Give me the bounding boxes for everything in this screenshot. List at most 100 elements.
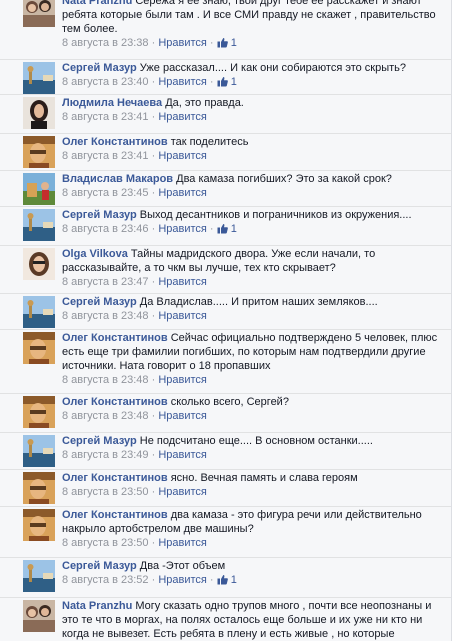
- comment-timestamp[interactable]: 8 августа в 23:38: [62, 37, 149, 49]
- avatar[interactable]: [23, 62, 55, 94]
- comment-text: Не подсчитано еще.... В основном останки…: [139, 435, 373, 447]
- comment-timestamp[interactable]: 8 августа в 23:40: [62, 76, 149, 88]
- avatar[interactable]: [23, 560, 55, 592]
- comment-timestamp[interactable]: 8 августа в 23:50: [62, 486, 149, 498]
- comment-author[interactable]: Олег Константинов: [62, 509, 168, 521]
- avatar[interactable]: [23, 509, 55, 541]
- comment-text: Выход десантников и пограничников из окр…: [139, 209, 412, 221]
- comment-meta: 8 августа в 23:47 · Нравится: [62, 276, 207, 288]
- avatar[interactable]: [23, 209, 55, 241]
- comment-text: Да, это правда.: [165, 97, 244, 109]
- comment: Olga Vilkova Тайны мадридского двора. Уж…: [0, 245, 451, 293]
- like-link[interactable]: Нравится: [158, 374, 207, 386]
- comment-timestamp[interactable]: 8 августа в 23:52: [62, 574, 149, 586]
- comment: Сергей Мазур Не подсчитано еще.... В осн…: [0, 432, 451, 469]
- like-link[interactable]: Нравится: [158, 76, 207, 88]
- comment: Сергей Мазур Уже рассказал.... И как они…: [0, 59, 451, 94]
- comment-text: Уже рассказал.... И как они собираются э…: [139, 62, 407, 74]
- comment-timestamp[interactable]: 8 августа в 23:41: [62, 150, 149, 162]
- like-link[interactable]: Нравится: [158, 150, 207, 162]
- comment-text: Два -Этот объем: [139, 560, 226, 572]
- like-count[interactable]: 1: [231, 37, 237, 49]
- like-count[interactable]: 1: [231, 76, 237, 88]
- comment-text: Два камаза погибших? Это за какой срок?: [176, 173, 392, 185]
- avatar[interactable]: [23, 0, 55, 27]
- avatar[interactable]: [23, 296, 55, 328]
- comment-author[interactable]: Сергей Мазур: [62, 560, 137, 572]
- comment: Олег Константинов два камаза - это фигур…: [0, 506, 451, 557]
- comment-timestamp[interactable]: 8 августа в 23:45: [62, 187, 149, 199]
- comment-author[interactable]: Nata Pranzhu: [62, 0, 132, 7]
- comment-timestamp[interactable]: 8 августа в 23:47: [62, 276, 149, 288]
- thumbs-up-icon[interactable]: [217, 223, 228, 238]
- comment-timestamp[interactable]: 8 августа в 23:50: [62, 537, 149, 549]
- comment-meta: 8 августа в 23:52 · Нравится · 1: [62, 573, 446, 589]
- comment-meta: 8 августа в 23:40 · Нравится · 1: [62, 75, 446, 91]
- like-link[interactable]: Нравится: [158, 187, 207, 199]
- like-link[interactable]: Нравится: [158, 111, 207, 123]
- like-link[interactable]: Нравится: [158, 310, 207, 322]
- comment-timestamp[interactable]: 8 августа в 23:48: [62, 374, 149, 386]
- comment-author[interactable]: Nata Pranzhu: [62, 600, 132, 612]
- like-link[interactable]: Нравится: [158, 37, 207, 49]
- thumbs-up-icon[interactable]: [217, 76, 228, 91]
- comment: Людмила Нечаева Да, это правда. 8 августа…: [0, 94, 451, 133]
- comment-timestamp[interactable]: 8 августа в 23:41: [62, 111, 149, 123]
- comment-author[interactable]: Сергей Мазур: [62, 296, 137, 308]
- comment-timestamp[interactable]: 8 августа в 23:46: [62, 223, 149, 235]
- comment-feed: Nata Pranzhu Сережа я ее знаю, твой друг…: [0, 0, 452, 641]
- comment-author[interactable]: Олег Константинов: [62, 396, 168, 408]
- comment-author[interactable]: Сергей Мазур: [62, 62, 137, 74]
- comment-meta: 8 августа в 23:49 · Нравится: [62, 449, 207, 461]
- like-link[interactable]: Нравится: [158, 486, 207, 498]
- like-link[interactable]: Нравится: [158, 223, 207, 235]
- avatar[interactable]: [23, 97, 55, 129]
- avatar[interactable]: [23, 435, 55, 467]
- like-link[interactable]: Нравится: [158, 276, 207, 288]
- avatar[interactable]: [23, 248, 55, 280]
- comment-author[interactable]: Сергей Мазур: [62, 435, 137, 447]
- thumbs-up-icon[interactable]: [217, 37, 228, 52]
- comment-author[interactable]: Олег Константинов: [62, 472, 168, 484]
- comment: Сергей Мазур Да Владислав..... И притом …: [0, 293, 451, 329]
- like-link[interactable]: Нравится: [158, 537, 207, 549]
- comment-meta: 8 августа в 23:50 · Нравится: [62, 537, 207, 549]
- avatar[interactable]: [23, 472, 55, 504]
- comment-text: Да Владислав..... И притом наших земляко…: [139, 296, 378, 308]
- comment-author[interactable]: Olga Vilkova: [62, 248, 128, 260]
- comment-meta: 8 августа в 23:45 · Нравится: [62, 187, 207, 199]
- comment-timestamp[interactable]: 8 августа в 23:48: [62, 310, 149, 322]
- avatar[interactable]: [23, 600, 55, 632]
- comment-author[interactable]: Сергей Мазур: [62, 209, 137, 221]
- comment-meta: 8 августа в 23:48 · Нравится: [62, 410, 207, 422]
- avatar[interactable]: [23, 396, 55, 428]
- comment: Олег Константинов сколько всего, Сергей?…: [0, 393, 451, 432]
- like-link[interactable]: Нравится: [158, 449, 207, 461]
- comment: Nata Pranzhu Могу сказать одно трупов мн…: [0, 597, 451, 641]
- comment: Nata Pranzhu Сережа я ее знаю, твой друг…: [0, 0, 451, 59]
- comment-author[interactable]: Олег Константинов: [62, 332, 168, 344]
- comment-author[interactable]: Людмила Нечаева: [62, 97, 162, 109]
- comment-author[interactable]: Владислав Макаров: [62, 173, 173, 185]
- thumbs-up-icon[interactable]: [217, 574, 228, 589]
- comment-meta: 8 августа в 23:38 · Нравится · 1: [62, 36, 446, 52]
- comment: Олег Константинов так поделитесь 8 август…: [0, 133, 451, 170]
- comment-author[interactable]: Олег Константинов: [62, 136, 168, 148]
- comment-meta: 8 августа в 23:41 · Нравится: [62, 150, 207, 162]
- comment: Олег Константинов ясно. Вечная память и …: [0, 469, 451, 506]
- comment: Олег Константинов Сейчас официально подт…: [0, 329, 451, 393]
- like-link[interactable]: Нравится: [158, 410, 207, 422]
- comment: Сергей Мазур Выход десантников и пограни…: [0, 206, 451, 245]
- comment-timestamp[interactable]: 8 августа в 23:49: [62, 449, 149, 461]
- comment-text: сколько всего, Сергей?: [170, 396, 289, 408]
- comment-meta: 8 августа в 23:48 · Нравится: [62, 374, 207, 386]
- comment: Владислав Макаров Два камаза погибших? Э…: [0, 170, 451, 206]
- like-count[interactable]: 1: [231, 574, 237, 586]
- like-link[interactable]: Нравится: [158, 574, 207, 586]
- comment-timestamp[interactable]: 8 августа в 23:48: [62, 410, 149, 422]
- comment-text: так поделитесь: [170, 136, 249, 148]
- avatar[interactable]: [23, 173, 55, 205]
- avatar[interactable]: [23, 136, 55, 168]
- like-count[interactable]: 1: [231, 223, 237, 235]
- avatar[interactable]: [23, 332, 55, 364]
